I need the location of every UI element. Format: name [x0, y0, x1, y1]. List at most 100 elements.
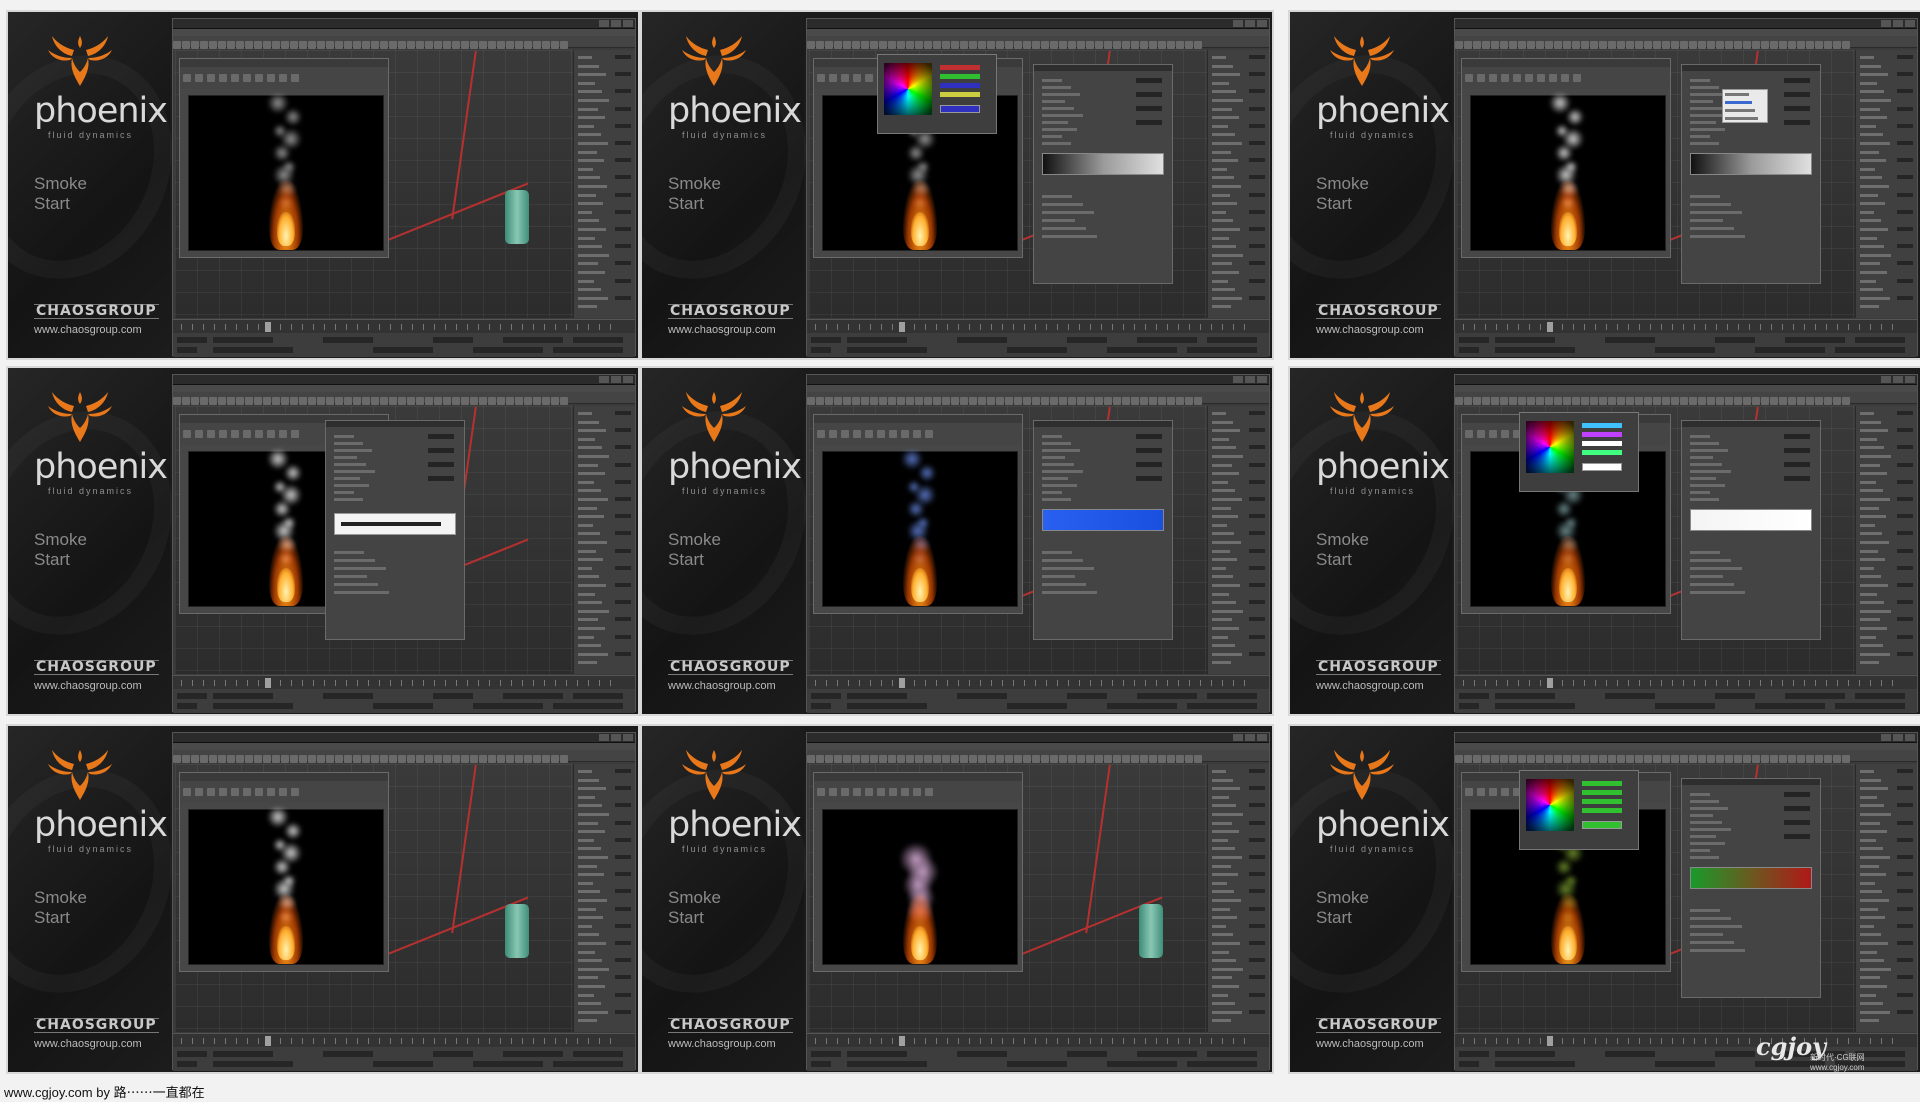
toolbar-tool-icon[interactable] — [879, 41, 887, 49]
panel-field[interactable] — [1897, 278, 1913, 283]
color-channel-slider[interactable] — [1582, 432, 1622, 437]
status-field[interactable] — [573, 693, 623, 699]
toolbar-tool-icon[interactable] — [425, 755, 433, 763]
toolbar-tool-icon[interactable] — [1068, 397, 1076, 405]
toolbar-tool-icon[interactable] — [1140, 41, 1148, 49]
toolbar-tool-icon[interactable] — [1698, 755, 1706, 763]
status-field[interactable] — [1007, 347, 1067, 353]
toolbar-tool-icon[interactable] — [1761, 755, 1769, 763]
window-control-button[interactable] — [1905, 376, 1915, 383]
toolbar-tool-icon[interactable] — [816, 41, 824, 49]
frame-buffer-tool-icon[interactable] — [207, 788, 215, 796]
frame-buffer-tool-icon[interactable] — [243, 74, 251, 82]
toolbar-tool-icon[interactable] — [416, 397, 424, 405]
command-panel[interactable] — [1207, 406, 1269, 674]
toolbar-tool-icon[interactable] — [1554, 41, 1562, 49]
toolbar-tool-icon[interactable] — [182, 397, 190, 405]
color-channel-slider[interactable] — [1582, 790, 1622, 795]
frame-buffer-tool-icon[interactable] — [901, 430, 909, 438]
status-field[interactable] — [433, 693, 473, 699]
toolbar-tool-icon[interactable] — [1140, 397, 1148, 405]
status-field[interactable] — [1459, 703, 1479, 709]
color-gradient-ramp[interactable] — [1042, 509, 1164, 531]
window-control-button[interactable] — [611, 20, 621, 27]
panel-field[interactable] — [615, 227, 631, 231]
toolbar-tool-icon[interactable] — [371, 755, 379, 763]
status-field[interactable] — [1207, 693, 1257, 699]
panel-field[interactable] — [615, 261, 631, 266]
status-field[interactable] — [503, 693, 563, 699]
panel-field[interactable] — [615, 209, 631, 214]
toolbar-tool-icon[interactable] — [1482, 755, 1490, 763]
toolbar-tool-icon[interactable] — [1779, 755, 1787, 763]
frame-buffer-tool-icon[interactable] — [865, 788, 873, 796]
status-field[interactable] — [847, 1061, 927, 1067]
status-field[interactable] — [1107, 347, 1177, 353]
panel-field[interactable] — [1249, 227, 1265, 231]
window-control-button[interactable] — [1257, 376, 1267, 383]
toolbar-tool-icon[interactable] — [461, 397, 469, 405]
panel-field[interactable] — [615, 278, 631, 283]
toolbar-tool-icon[interactable] — [209, 755, 217, 763]
phoenix-render-params-dialog[interactable] — [1033, 420, 1173, 640]
panel-field[interactable] — [1897, 428, 1913, 433]
frame-buffer-tool-icon[interactable] — [183, 788, 191, 796]
toolbar-tool-icon[interactable] — [1176, 397, 1184, 405]
toolbar-tool-icon[interactable] — [1779, 397, 1787, 405]
panel-field[interactable] — [615, 192, 631, 197]
panel-field[interactable] — [615, 565, 631, 570]
toolbar-tool-icon[interactable] — [1662, 41, 1670, 49]
toolbar-tool-icon[interactable] — [1761, 397, 1769, 405]
toolbar-tool-icon[interactable] — [443, 397, 451, 405]
menu-bar[interactable] — [807, 29, 1269, 36]
toolbar-tool-icon[interactable] — [191, 397, 199, 405]
dialog-field[interactable] — [1784, 476, 1810, 481]
panel-field[interactable] — [1249, 634, 1265, 639]
toolbar-tool-icon[interactable] — [1698, 397, 1706, 405]
panel-field[interactable] — [1249, 769, 1265, 773]
panel-field[interactable] — [1249, 158, 1265, 163]
toolbar-tool-icon[interactable] — [380, 41, 388, 49]
dialog-field[interactable] — [1784, 92, 1810, 97]
frame-buffer-tool-icon[interactable] — [183, 430, 191, 438]
panel-field[interactable] — [1897, 72, 1913, 77]
frame-buffer-tool-icon[interactable] — [853, 74, 861, 82]
color-picker-window[interactable] — [877, 54, 997, 134]
toolbar-tool-icon[interactable] — [1455, 397, 1463, 405]
toolbar-tool-icon[interactable] — [1482, 397, 1490, 405]
toolbar-tool-icon[interactable] — [1518, 755, 1526, 763]
panel-field[interactable] — [1897, 227, 1913, 231]
color-gradient-ramp[interactable] — [1042, 153, 1164, 175]
status-field[interactable] — [1067, 693, 1107, 699]
window-control-button[interactable] — [1893, 376, 1903, 383]
toolbar-tool-icon[interactable] — [1473, 41, 1481, 49]
toolbar-tool-icon[interactable] — [888, 755, 896, 763]
panel-field[interactable] — [615, 634, 631, 639]
toolbar-tool-icon[interactable] — [218, 755, 226, 763]
toolbar-tool-icon[interactable] — [317, 397, 325, 405]
status-field[interactable] — [1107, 1061, 1177, 1067]
frame-buffer-tool-icon[interactable] — [231, 430, 239, 438]
status-field[interactable] — [553, 1061, 623, 1067]
status-field[interactable] — [573, 1051, 623, 1057]
toolbar-tool-icon[interactable] — [524, 41, 532, 49]
toolbar-tool-icon[interactable] — [344, 755, 352, 763]
toolbar-tool-icon[interactable] — [434, 755, 442, 763]
toolbar-tool-icon[interactable] — [524, 755, 532, 763]
panel-field[interactable] — [1897, 600, 1913, 605]
status-field[interactable] — [213, 1051, 273, 1057]
panel-field[interactable] — [1897, 192, 1913, 197]
toolbar-tool-icon[interactable] — [191, 755, 199, 763]
dropdown-list[interactable] — [1722, 89, 1768, 123]
toolbar-tool-icon[interactable] — [245, 397, 253, 405]
toolbar-tool-icon[interactable] — [1752, 41, 1760, 49]
panel-field[interactable] — [615, 923, 631, 928]
toolbar-tool-icon[interactable] — [1482, 41, 1490, 49]
panel-field[interactable] — [615, 855, 631, 859]
toolbar-tool-icon[interactable] — [1149, 755, 1157, 763]
toolbar-tool-icon[interactable] — [1077, 755, 1085, 763]
toolbar-tool-icon[interactable] — [1671, 397, 1679, 405]
toolbar-tool-icon[interactable] — [1131, 397, 1139, 405]
panel-field[interactable] — [615, 600, 631, 605]
status-field[interactable] — [1655, 347, 1715, 353]
